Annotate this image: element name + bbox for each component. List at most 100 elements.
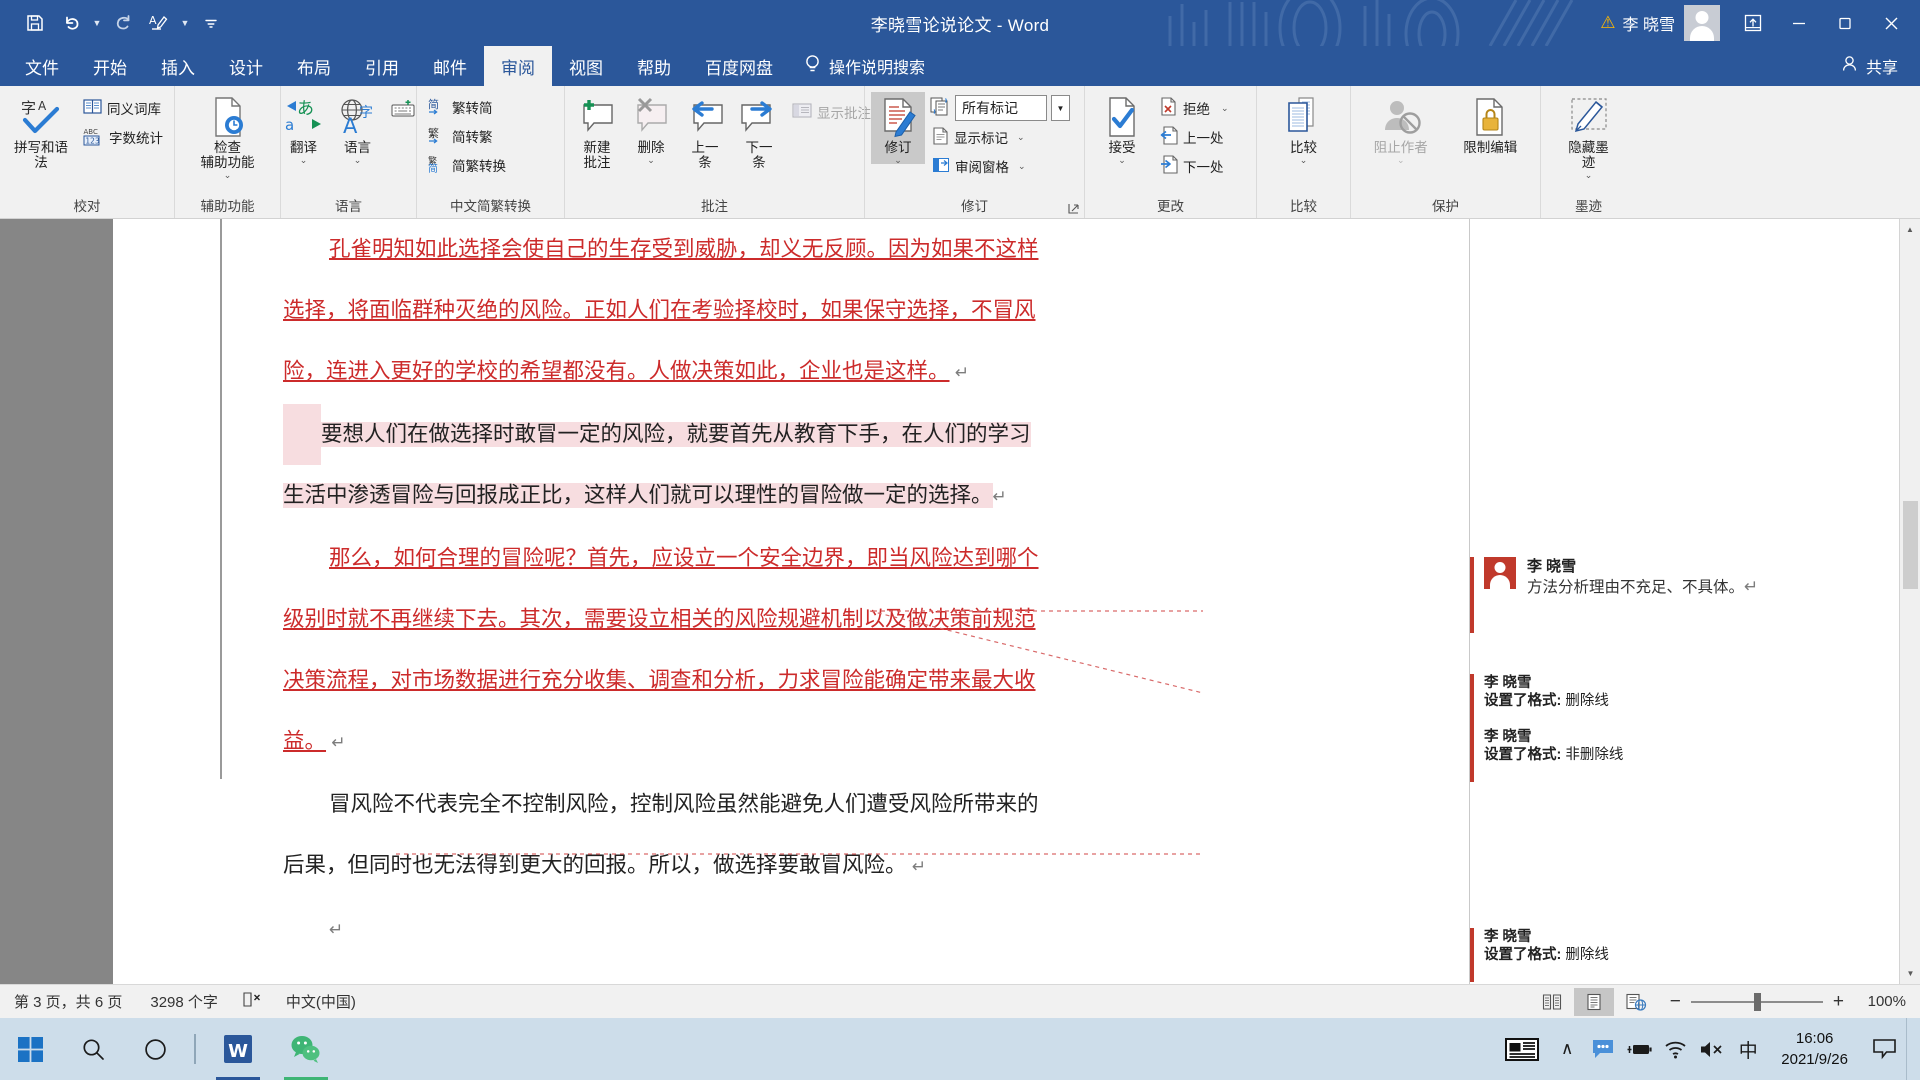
traditional-to-simplified-button[interactable]: 简 繁转简 (423, 93, 511, 121)
scroll-down-arrow-icon[interactable]: ▼ (1900, 963, 1920, 984)
language-indicator[interactable]: 中文(中国) (272, 991, 370, 1012)
tab-baidu-netdisk[interactable]: 百度网盘 (688, 46, 790, 86)
scroll-up-arrow-icon[interactable]: ▲ (1900, 219, 1920, 240)
reject-change-button[interactable]: 拒绝 ⌄ (1155, 94, 1234, 122)
paragraph-2[interactable]: 要想人们在做选择时敢冒一定的风险，就要首先从教育下手，在人们的学习 生活中渗透冒… (283, 404, 1469, 528)
tab-insert[interactable]: 插入 (144, 46, 212, 86)
chevron-down-icon[interactable]: ⌄ (300, 156, 308, 165)
task-view-icon[interactable] (124, 1018, 186, 1080)
page-indicator[interactable]: 第 3 页，共 6 页 (0, 991, 136, 1012)
ribbon-options-icon[interactable] (1730, 0, 1776, 46)
account-name[interactable]: 李 晓雪 (1623, 11, 1675, 35)
paragraph-4[interactable]: 冒风险不代表完全不控制风险，控制风险虽然能避免人们遭受风险所带来的 后果，但同时… (283, 774, 1469, 898)
word-count-button[interactable]: ABC 123 字数统计 (78, 123, 168, 151)
format-dropdown-icon[interactable]: ▼ (178, 6, 192, 40)
chevron-down-icon[interactable]: ⌄ (1017, 133, 1025, 142)
chinese-conversion-button[interactable]: 繁简 简繁转换 (423, 151, 511, 179)
compare-button[interactable]: 比较 ⌄ (1269, 92, 1339, 165)
wifi-icon[interactable] (1657, 1018, 1693, 1080)
warning-triangle-icon[interactable]: ⚠ (1600, 13, 1615, 33)
revision-balloon[interactable]: 李 晓雪 设置了格式: 删除线 (1470, 928, 1900, 982)
tracking-dialog-launcher[interactable] (1067, 202, 1081, 216)
document-page[interactable]: 孔雀明知如此选择会使自己的生存受到威胁，却义无反顾。因为如果不这样 选择，将面临… (113, 219, 1469, 984)
search-icon[interactable] (62, 1018, 124, 1080)
comment-balloon[interactable]: 李 晓雪 方法分析理由不充足、不具体。↵ (1470, 557, 1900, 633)
vertical-scrollbar[interactable]: ▲ ▼ (1899, 219, 1920, 984)
accept-change-button[interactable]: 接受 ⌄ (1091, 92, 1153, 165)
proofing-errors-icon[interactable] (232, 991, 272, 1012)
chevron-down-icon[interactable]: ⌄ (894, 156, 902, 165)
web-layout-button[interactable] (1616, 988, 1656, 1016)
taskbar-clock[interactable]: 16:06 2021/9/26 (1767, 1028, 1862, 1070)
paragraph-3[interactable]: 那么，如何合理的冒险呢？首先，应设立一个安全边界，即当风险达到哪个 级别时就不再… (283, 528, 1469, 774)
chevron-down-icon[interactable]: ⌄ (224, 171, 232, 180)
battery-charging-icon[interactable] (1621, 1018, 1657, 1080)
tab-view[interactable]: 视图 (552, 46, 620, 86)
next-comment-button[interactable]: 下一条 (733, 92, 785, 170)
tab-layout[interactable]: 布局 (280, 46, 348, 86)
word-count-indicator[interactable]: 3298 个字 (136, 991, 232, 1012)
markup-display-select[interactable]: 所有标记 ▼ (927, 94, 1073, 122)
next-change-button[interactable]: 下一处 (1155, 152, 1234, 180)
undo-arrow-icon[interactable] (54, 6, 88, 40)
chevron-down-icon[interactable]: ⌄ (1300, 156, 1308, 165)
chevron-down-icon[interactable]: ⌄ (1221, 104, 1229, 113)
track-changes-button[interactable]: 修订 ⌄ (871, 92, 925, 165)
paragraph-5[interactable]: ↵ (283, 898, 1469, 961)
document-scroll-area[interactable]: 孔雀明知如此选择会使自己的生存受到威胁，却义无反顾。因为如果不这样 选择，将面临… (0, 219, 1469, 984)
ime-chinese-icon[interactable]: 中 (1729, 1018, 1767, 1080)
zoom-in-button[interactable]: + (1833, 991, 1844, 1013)
windows-start-icon[interactable] (0, 1018, 62, 1080)
minimize-icon[interactable] (1776, 0, 1822, 46)
restrict-editing-button[interactable]: 限制编辑 (1447, 92, 1535, 155)
zoom-slider-thumb[interactable] (1753, 992, 1761, 1011)
chevron-up-icon[interactable]: ∧ (1549, 1018, 1585, 1080)
zoom-level[interactable]: 100% (1854, 993, 1906, 1010)
print-layout-button[interactable] (1573, 987, 1614, 1016)
document-content[interactable]: 孔雀明知如此选择会使自己的生存受到威胁，却义无反顾。因为如果不这样 选择，将面临… (283, 219, 1469, 961)
check-accessibility-button[interactable]: 检查 辅助功能 ⌄ (182, 92, 274, 180)
avatar[interactable] (1684, 5, 1720, 41)
delete-comment-button[interactable]: 删除 ⌄ (625, 92, 677, 165)
save-icon[interactable] (18, 6, 52, 40)
tab-design[interactable]: 设计 (212, 46, 280, 86)
restore-icon[interactable] (1822, 0, 1868, 46)
chevron-down-icon[interactable]: ⌄ (1585, 171, 1593, 180)
show-markup-button[interactable]: 显示标记 ⌄ (927, 123, 1073, 151)
taskbar-app-word[interactable]: W (204, 1018, 272, 1080)
undo-dropdown-icon[interactable]: ▼ (90, 6, 104, 40)
simplified-to-traditional-button[interactable]: 繁 简转繁 (423, 122, 511, 150)
previous-comment-button[interactable]: 上一条 (679, 92, 731, 170)
tab-help[interactable]: 帮助 (620, 46, 688, 86)
close-icon[interactable] (1868, 0, 1914, 46)
chevron-down-icon[interactable]: ⌄ (1018, 162, 1026, 171)
tell-me-search[interactable]: 操作说明搜索 (790, 46, 939, 86)
markup-display-value-box[interactable]: 所有标记 (955, 95, 1047, 121)
taskbar-app-wechat[interactable] (272, 1018, 340, 1080)
news-weather-icon[interactable] (1495, 1018, 1549, 1080)
tab-file[interactable]: 文件 (8, 46, 76, 86)
customize-qat-icon[interactable] (194, 6, 228, 40)
action-center-icon[interactable] (1862, 1018, 1906, 1080)
hide-ink-button[interactable]: 隐藏墨 迹 ⌄ (1553, 92, 1625, 180)
chevron-down-icon[interactable]: ⌄ (354, 156, 362, 165)
tab-home[interactable]: 开始 (76, 46, 144, 86)
onscreen-keyboard-button[interactable] (386, 92, 420, 121)
chevron-down-icon[interactable]: ▼ (1051, 95, 1070, 121)
translate-button[interactable]: あa 翻译 ⌄ (278, 92, 330, 165)
revision-balloon[interactable]: 李 晓雪 设置了格式: 删除线 (1470, 674, 1900, 728)
new-comment-button[interactable]: 新建 批注 (571, 92, 623, 170)
zoom-slider[interactable] (1690, 992, 1823, 1011)
speaker-muted-icon[interactable] (1693, 1018, 1729, 1080)
chevron-down-icon[interactable]: ⌄ (647, 156, 655, 165)
chat-bubble-icon[interactable] (1585, 1018, 1621, 1080)
show-desktop-button[interactable] (1906, 1018, 1916, 1080)
zoom-out-button[interactable]: − (1670, 991, 1681, 1013)
chevron-down-icon[interactable]: ⌄ (1118, 156, 1126, 165)
revision-balloon[interactable]: 李 晓雪 设置了格式: 非删除线 (1470, 728, 1900, 782)
share-button[interactable]: 共享 (1827, 46, 1920, 86)
language-button[interactable]: A字 语言 ⌄ (332, 92, 384, 165)
repeat-typing-icon[interactable]: A (142, 6, 176, 40)
tab-references[interactable]: 引用 (348, 46, 416, 86)
previous-change-button[interactable]: 上一处 (1155, 123, 1234, 151)
